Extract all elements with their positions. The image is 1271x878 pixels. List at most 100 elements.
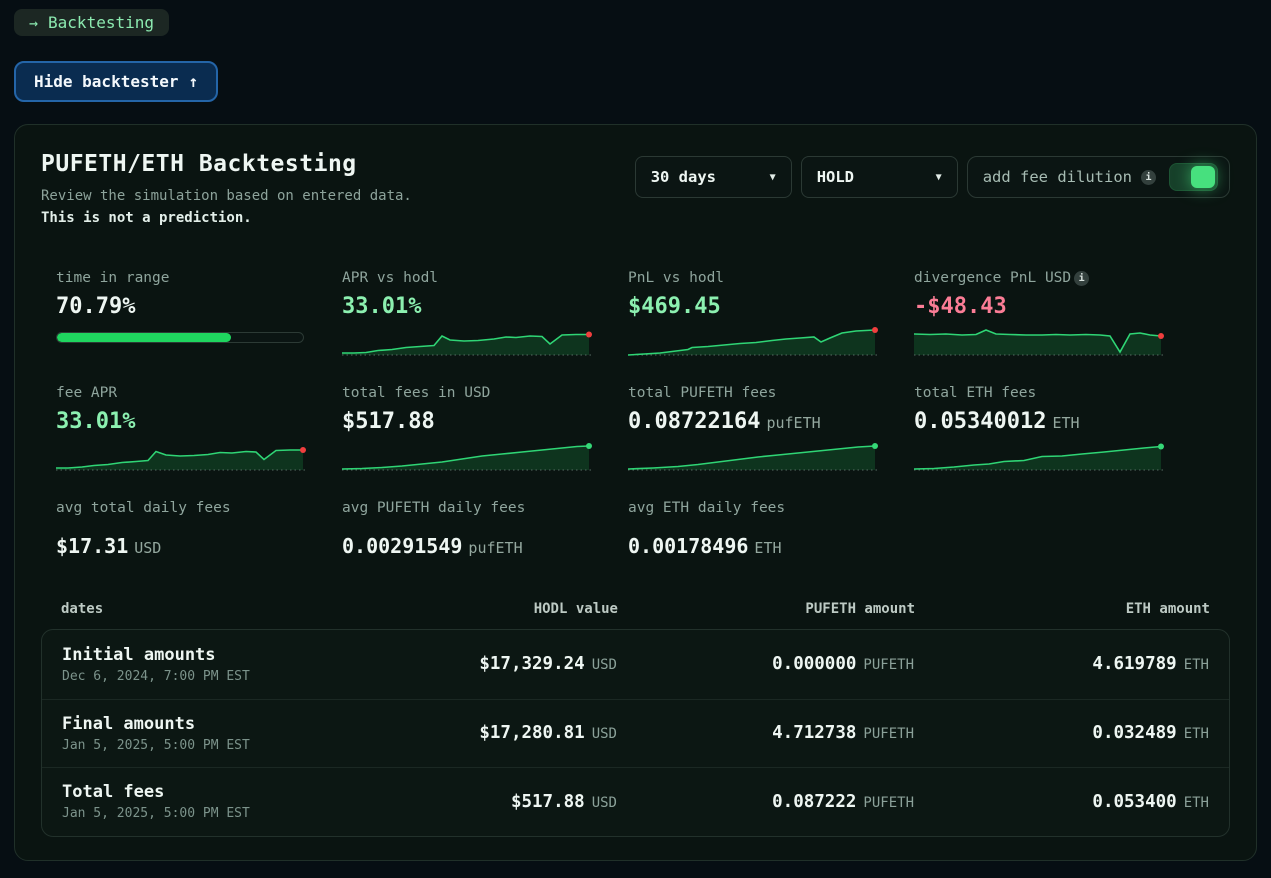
metric-value-text: $17.31 [56,534,128,558]
pnl-vs-hodl-sparkline [628,322,878,358]
card-subtitle: Review the simulation based on entered d… [41,188,412,204]
eth-amount-cell: 4.619789 ETH [914,654,1209,674]
metric-value: 0.08722164pufETH [628,409,878,434]
cell-value: $17,280.81 [479,723,584,743]
amounts-table: dates HODL value PUFETH amount ETH amoun… [41,601,1230,837]
cell-value: 0.053400 [1092,792,1176,812]
apr-vs-hodl-sparkline [342,322,592,358]
metric-divergence-pnl: divergence PnL USD i -$48.43 [914,270,1164,358]
metric-total-pufeth-fees: total PUFETH fees 0.08722164pufETH [628,385,878,473]
cell-unit: USD [592,795,617,811]
metric-total-fees-usd: total fees in USD $517.88 [342,385,592,473]
cell-unit: ETH [1184,726,1209,742]
cell-value: 4.619789 [1092,654,1176,674]
metrics-grid: time in range 70.79% APR vs hodl 33.01% … [56,270,1230,559]
hide-backtester-label: Hide backtester [34,72,179,91]
metric-apr-vs-hodl: APR vs hodl 33.01% [342,270,592,358]
table-row-total-fees: Total fees Jan 5, 2025, 5:00 PM EST $517… [42,767,1229,836]
table-row-initial-amounts: Initial amounts Dec 6, 2024, 7:00 PM EST… [42,630,1229,699]
time-in-range-progressbar [56,332,304,343]
cell-unit: USD [592,726,617,742]
row-title: Initial amounts [62,645,427,665]
metric-value: $17.31 USD [56,534,306,559]
fee-apr-sparkline [56,437,306,473]
card-subtitle-bold: This is not a prediction. [41,210,412,226]
info-icon[interactable]: i [1141,170,1156,185]
metric-value: 33.01% [342,294,592,319]
cell-unit: ETH [1184,657,1209,673]
hodl-value-cell: $17,280.81 USD [427,723,617,743]
metric-unit: pufETH [468,539,522,557]
toggle-knob [1191,166,1215,188]
metric-unit: pufETH [766,414,820,432]
fee-dilution-label: add fee dilution [983,168,1132,186]
metric-label: APR vs hodl [342,270,592,286]
metric-time-in-range: time in range 70.79% [56,270,306,358]
metric-label: total fees in USD [342,385,592,401]
metric-label: fee APR [56,385,306,401]
metric-label: total PUFETH fees [628,385,878,401]
metric-value: $517.88 [342,409,592,434]
chevron-down-icon: ▼ [770,172,776,183]
metric-total-eth-fees: total ETH fees 0.05340012 ETH [914,385,1164,473]
cell-value: 4.712738 [772,723,856,743]
metric-unit: USD [134,539,161,557]
fee-dilution-control: add fee dilution i [967,156,1230,198]
card-title: PUFETH/ETH Backtesting [41,151,412,177]
total-fees-usd-sparkline [342,437,592,473]
metric-value: 70.79% [56,294,306,319]
table-header-row: dates HODL value PUFETH amount ETH amoun… [41,601,1230,617]
row-title: Final amounts [62,714,427,734]
metric-label: divergence PnL USD i [914,270,1164,286]
hodl-value-cell: $17,329.24 USD [427,654,617,674]
eth-amount-cell: 0.053400ETH [914,792,1209,812]
row-date: Jan 5, 2025, 5:00 PM EST [62,738,427,753]
metric-value-text: 0.05340012 [914,409,1046,434]
metric-value-text: 0.00291549 [342,534,462,558]
backtesting-chip[interactable]: → Backtesting [14,9,169,36]
divergence-pnl-sparkline [914,322,1164,358]
metric-value: -$48.43 [914,294,1164,319]
strategy-dropdown[interactable]: HOLD ▼ [801,156,958,198]
cell-unit: PUFETH [863,795,914,811]
metric-label: PnL vs hodl [628,270,878,286]
cell-value: 0.087222 [772,792,856,812]
cell-value: 0.000000 [772,654,856,674]
period-dropdown-value: 30 days [651,168,716,186]
hodl-value-cell: $517.88 USD [427,792,617,812]
eth-amount-cell: 0.032489ETH [914,723,1209,743]
metric-label: avg PUFETH daily fees [342,500,592,516]
metric-value-text: 0.00178496 [628,534,748,558]
table-row-final-amounts: Final amounts Jan 5, 2025, 5:00 PM EST $… [42,699,1229,768]
metric-pnl-vs-hodl: PnL vs hodl $469.45 [628,270,878,358]
chip-label: Backtesting [48,13,154,32]
metric-label: avg ETH daily fees [628,500,878,516]
period-dropdown[interactable]: 30 days ▼ [635,156,792,198]
hide-backtester-button[interactable]: Hide backtester ↑ [14,61,218,102]
metric-fee-apr: fee APR 33.01% [56,385,306,473]
row-date: Jan 5, 2025, 5:00 PM EST [62,806,427,821]
metric-label: time in range [56,270,306,286]
strategy-dropdown-value: HOLD [817,168,854,186]
cell-unit: USD [592,657,617,673]
col-header-hodl-value: HODL value [428,601,618,617]
fee-dilution-toggle[interactable] [1169,163,1218,191]
table-body: Initial amounts Dec 6, 2024, 7:00 PM EST… [41,629,1230,837]
metric-unit: ETH [1052,414,1079,432]
metric-value: 0.05340012 ETH [914,409,1164,434]
metric-label: avg total daily fees [56,500,306,516]
up-arrow-icon: ↑ [189,72,199,91]
metric-unit: ETH [754,539,781,557]
cell-value: $17,329.24 [479,654,584,674]
metric-avg-total-daily-fees: avg total daily fees $17.31 USD [56,500,306,559]
info-icon[interactable]: i [1074,271,1089,286]
metric-label: total ETH fees [914,385,1164,401]
row-title: Total fees [62,782,427,802]
metric-avg-eth-daily-fees: avg ETH daily fees 0.00178496 ETH [628,500,878,559]
right-arrow-icon: → [29,14,38,32]
col-header-eth-amount: ETH amount [915,601,1210,617]
cell-unit: PUFETH [863,657,914,673]
col-header-dates: dates [61,601,428,617]
cell-value: $517.88 [511,792,585,812]
metric-label-text: divergence PnL USD [914,270,1071,286]
